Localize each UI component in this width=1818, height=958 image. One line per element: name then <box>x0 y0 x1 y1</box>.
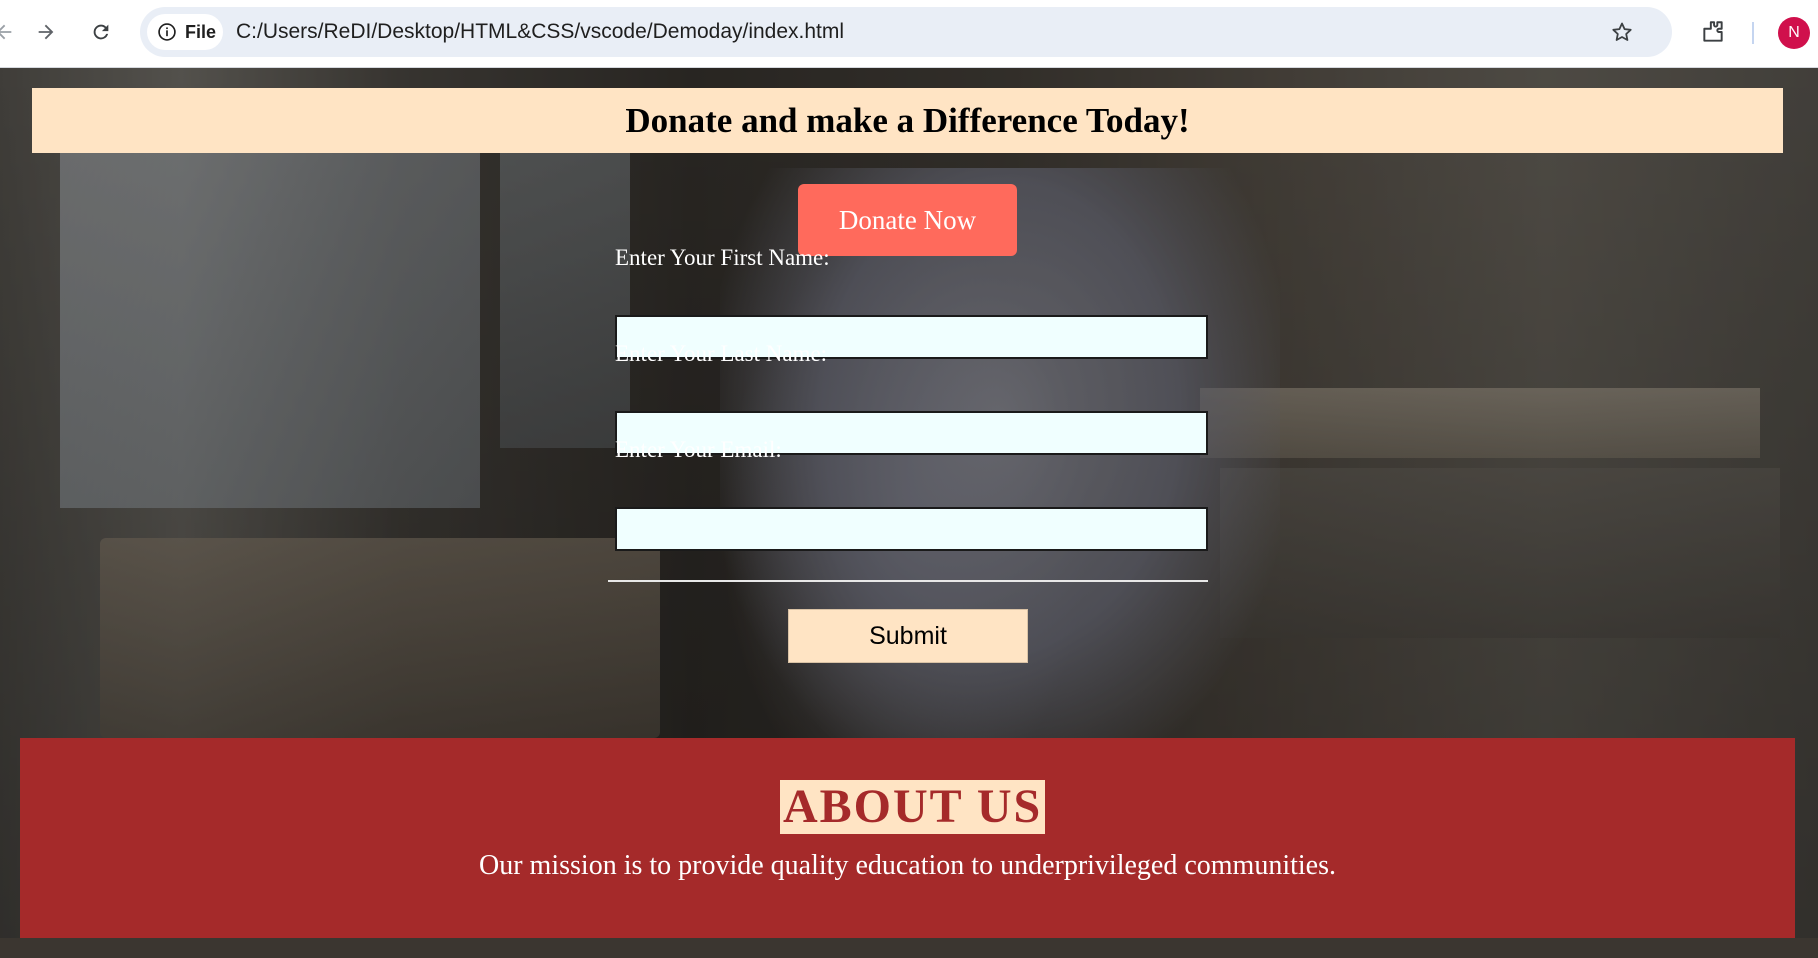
web-page: Donate and make a Difference Today! Dona… <box>0 68 1818 958</box>
profile-avatar[interactable]: N <box>1778 17 1810 49</box>
form-divider <box>608 580 1208 582</box>
about-section: ABOUT US Our mission is to provide quali… <box>20 738 1795 938</box>
page-title: Donate and make a Difference Today! <box>625 100 1190 140</box>
url-text[interactable]: C:/Users/ReDI/Desktop/HTML&CSS/vscode/De… <box>236 7 844 57</box>
site-info-label: File <box>185 21 217 42</box>
email-field[interactable] <box>615 507 1208 551</box>
browser-toolbar: File C:/Users/ReDI/Desktop/HTML&CSS/vsco… <box>0 0 1818 68</box>
submit-button[interactable]: Submit <box>788 609 1028 663</box>
bookmark-button[interactable] <box>1607 17 1637 47</box>
address-bar[interactable]: File C:/Users/ReDI/Desktop/HTML&CSS/vsco… <box>140 7 1672 57</box>
forward-arrow-icon <box>38 24 54 40</box>
forward-button[interactable] <box>30 16 62 48</box>
first-name-label: Enter Your First Name: <box>615 245 830 270</box>
page-banner: Donate and make a Difference Today! <box>32 88 1783 153</box>
about-title: ABOUT US <box>780 780 1046 834</box>
reload-icon <box>93 24 109 40</box>
site-info-chip[interactable]: File <box>147 14 223 50</box>
avatar-initial: N <box>1788 24 1800 41</box>
toolbar-divider <box>1752 22 1754 44</box>
last-name-label: Enter Your Last Name: <box>615 341 828 366</box>
email-label: Enter Your Email: <box>615 437 782 462</box>
info-icon <box>158 23 176 41</box>
background-strip <box>0 938 1818 958</box>
star-icon <box>1612 22 1632 41</box>
about-text: Our mission is to provide quality educat… <box>479 850 1336 881</box>
extensions-icon <box>1703 21 1723 42</box>
reload-button[interactable] <box>85 16 117 48</box>
donate-now-button[interactable]: Donate Now <box>798 184 1017 256</box>
extensions-button[interactable] <box>1696 15 1730 49</box>
back-arrow-icon <box>0 24 12 40</box>
back-button[interactable] <box>0 16 20 48</box>
